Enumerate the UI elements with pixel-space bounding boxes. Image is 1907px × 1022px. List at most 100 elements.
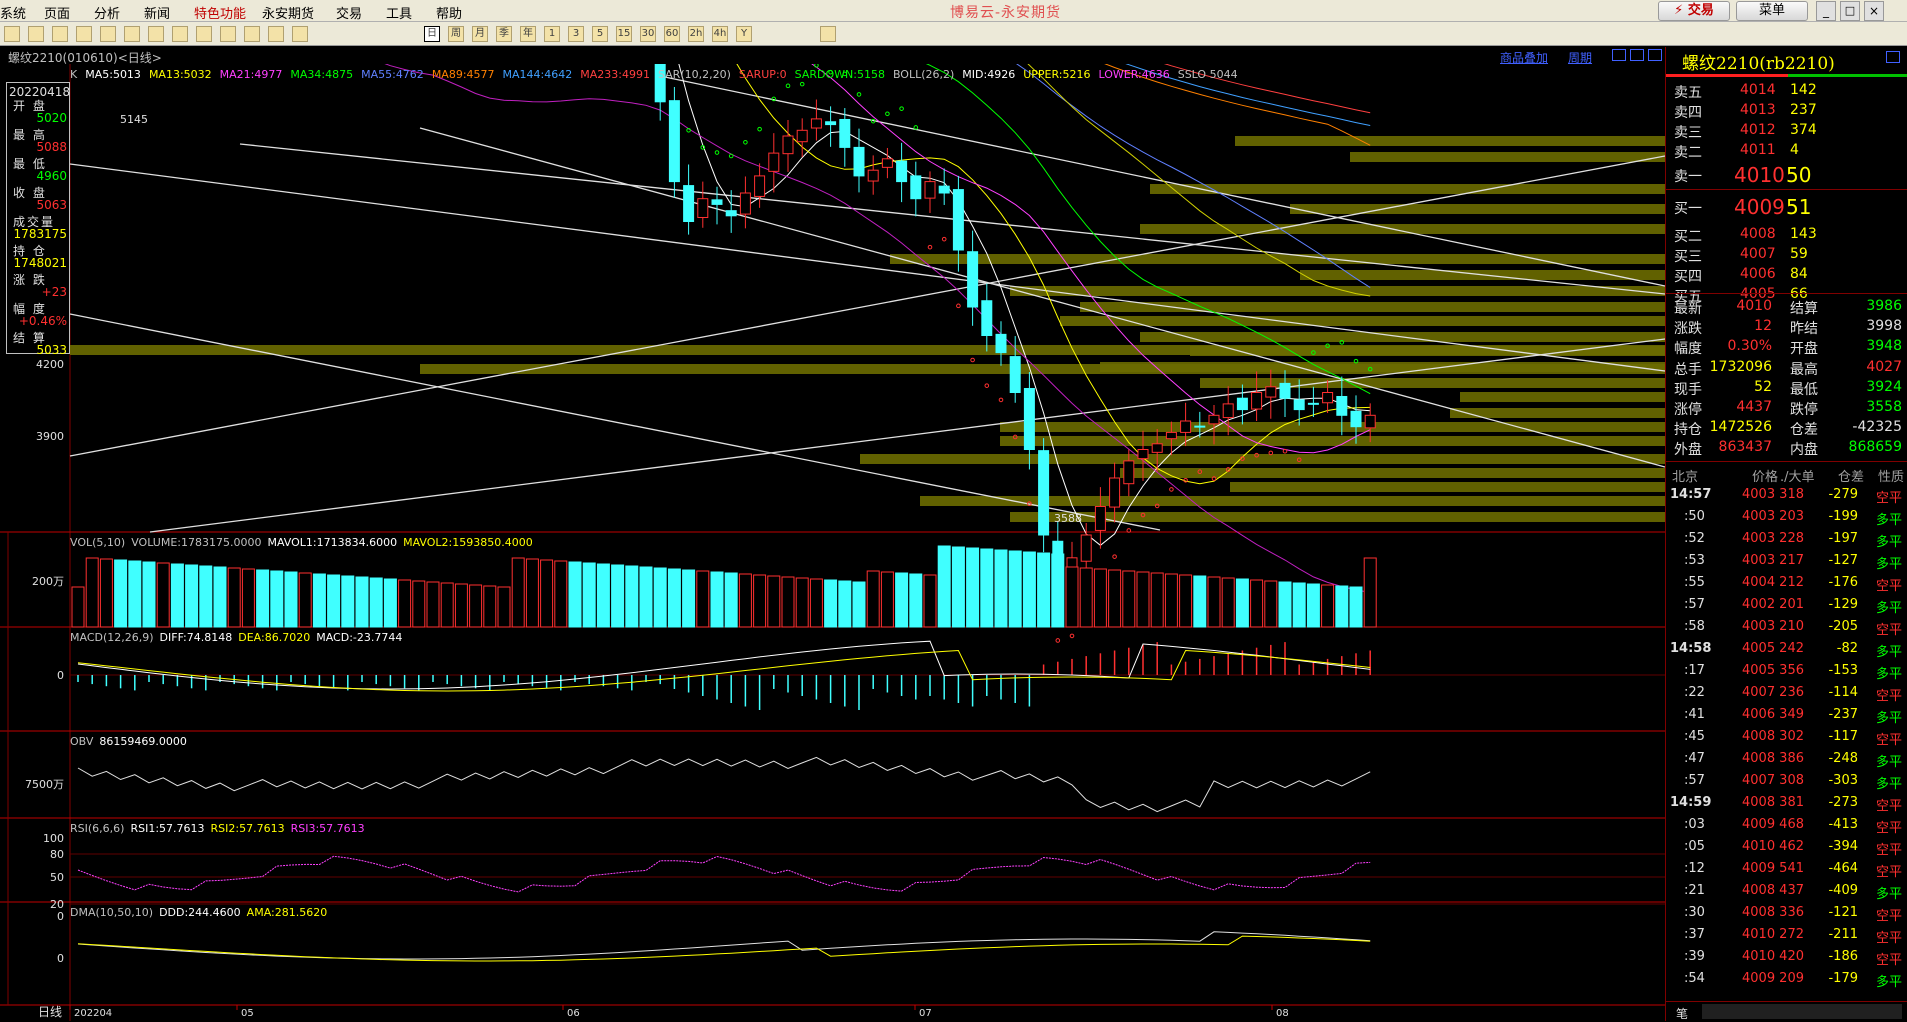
trade-row: :45 4008 302 -117 空平: [1666, 726, 1907, 748]
profile-bar: [1120, 468, 1665, 478]
period-button-2[interactable]: 周: [448, 26, 464, 42]
line-icon[interactable]: [196, 26, 212, 42]
profile-bar: [1350, 152, 1665, 162]
minimize-icon[interactable]: _: [1816, 1, 1836, 21]
candle-body: [739, 192, 751, 215]
volume-bar: [71, 586, 85, 628]
volume-bar: [880, 571, 894, 628]
period-button-4[interactable]: 季: [496, 26, 512, 42]
trade-oi-change: -205: [1828, 619, 1858, 634]
trade-button[interactable]: ⚡ 交易: [1658, 1, 1730, 21]
legend-item: MACD(12,26,9): [70, 631, 154, 644]
menu-5[interactable]: 特色功能: [194, 3, 246, 22]
menu-4[interactable]: 新闻: [144, 3, 170, 22]
panel-close-icon[interactable]: [1886, 51, 1900, 63]
period-button-11[interactable]: 60: [664, 26, 680, 42]
trade-price: 4010: [1742, 839, 1776, 854]
home-icon[interactable]: [4, 26, 20, 42]
menu-9[interactable]: 帮助: [436, 3, 462, 22]
menu-6[interactable]: 永安期货: [262, 3, 314, 22]
bid-row[interactable]: 买四 4006 84: [1666, 265, 1907, 285]
calculator-icon[interactable]: [820, 26, 836, 42]
trade-time: :17: [1684, 663, 1705, 678]
bid-row[interactable]: 买二 4008 143: [1666, 225, 1907, 245]
ask-row[interactable]: 卖三 4012 374: [1666, 121, 1907, 141]
table-icon[interactable]: [244, 26, 260, 42]
menu-2[interactable]: 页面: [44, 3, 70, 22]
volume-bar: [710, 571, 724, 628]
volume-bar: [1136, 571, 1150, 628]
zoom-icon[interactable]: [1630, 49, 1644, 61]
trade-price: 4008: [1742, 883, 1776, 898]
ask-row[interactable]: 卖五 4014 142: [1666, 81, 1907, 101]
period-button-1[interactable]: 日: [424, 26, 440, 42]
trades-header-cell: 仓差: [1838, 470, 1865, 485]
period-button-3[interactable]: 月: [472, 26, 488, 42]
legend-item: DEA:86.7020: [238, 631, 310, 644]
zoom-in-icon[interactable]: [100, 26, 116, 42]
period-button-14[interactable]: Y: [736, 26, 752, 42]
trade-time: :45: [1684, 729, 1705, 744]
cursor-icon[interactable]: [220, 26, 236, 42]
volume-bar: [980, 548, 994, 628]
bid-label: 买一: [1674, 201, 1702, 217]
trade-time: 14:57: [1670, 487, 1712, 502]
volume-bar: [838, 580, 852, 628]
trade-volume: 381: [1779, 795, 1804, 810]
folder-icon[interactable]: [28, 26, 44, 42]
ask-volume: 374: [1790, 122, 1817, 138]
info-value: 5063: [36, 198, 67, 212]
save-icon[interactable]: [52, 26, 68, 42]
tick-tab[interactable]: 笔: [1676, 1005, 1688, 1022]
ask-row[interactable]: 卖一 4010 50: [1666, 163, 1907, 187]
dma-ama: [77, 935, 1371, 962]
period-button-7[interactable]: 3: [568, 26, 584, 42]
period-button-10[interactable]: 30: [640, 26, 656, 42]
menu-8[interactable]: 工具: [386, 3, 412, 22]
restore-icon[interactable]: [1648, 49, 1662, 61]
legend-item: SAR(10,2,20): [658, 68, 731, 81]
volume-bar: [738, 573, 752, 628]
ask-row[interactable]: 卖二 4011 4: [1666, 141, 1907, 161]
crosshair-icon[interactable]: [172, 26, 188, 42]
period-button-8[interactable]: 5: [592, 26, 608, 42]
ask-row[interactable]: 卖四 4013 237: [1666, 101, 1907, 121]
volume-bar: [1093, 568, 1107, 628]
legend-item: AMA:281.5620: [247, 906, 328, 919]
draw-icon[interactable]: [268, 26, 284, 42]
stat-label: 内盘: [1790, 442, 1818, 459]
menu-1[interactable]: 系统: [0, 3, 26, 22]
zoom-out-icon[interactable]: [124, 26, 140, 42]
trade-oi-change: -197: [1828, 531, 1858, 546]
menu-7[interactable]: 交易: [336, 3, 362, 22]
pen-icon[interactable]: [292, 26, 308, 42]
candle-body: [967, 251, 979, 308]
volume-bar: [114, 559, 128, 628]
bid-volume: 143: [1790, 226, 1817, 242]
legend-item: MA233:4991: [580, 68, 650, 81]
volume-bar: [284, 571, 298, 628]
bid-row[interactable]: 买一 4009 51: [1666, 195, 1907, 219]
close-icon[interactable]: ×: [1864, 1, 1884, 21]
trade-price: 4009: [1742, 971, 1776, 986]
period-button-13[interactable]: 4h: [712, 26, 728, 42]
period-button-9[interactable]: 15: [616, 26, 632, 42]
ask-price: 4010: [1734, 163, 1785, 187]
volume-bar: [809, 578, 823, 628]
menu-3[interactable]: 分析: [94, 3, 120, 22]
window-icon[interactable]: [148, 26, 164, 42]
bid-row[interactable]: 买三 4007 59: [1666, 245, 1907, 265]
maximize-icon[interactable]: □: [1840, 1, 1860, 21]
candle-body: [1350, 410, 1362, 428]
trade-volume: 203: [1779, 509, 1804, 524]
refresh-icon[interactable]: [76, 26, 92, 42]
sar-dot: [799, 81, 805, 87]
kline-chart[interactable]: 5145 3588 4200 3900 K MA5:5013 MA13:5032 MA21:4…: [0, 64, 1665, 1021]
period-button-12[interactable]: 2h: [688, 26, 704, 42]
period-button-5[interactable]: 年: [520, 26, 536, 42]
menu-button[interactable]: 菜单: [1736, 1, 1808, 21]
layout-icon[interactable]: [1612, 49, 1626, 61]
stat-value: 3948: [1866, 338, 1902, 355]
period-button-6[interactable]: 1: [544, 26, 560, 42]
volume-bar: [525, 558, 539, 628]
